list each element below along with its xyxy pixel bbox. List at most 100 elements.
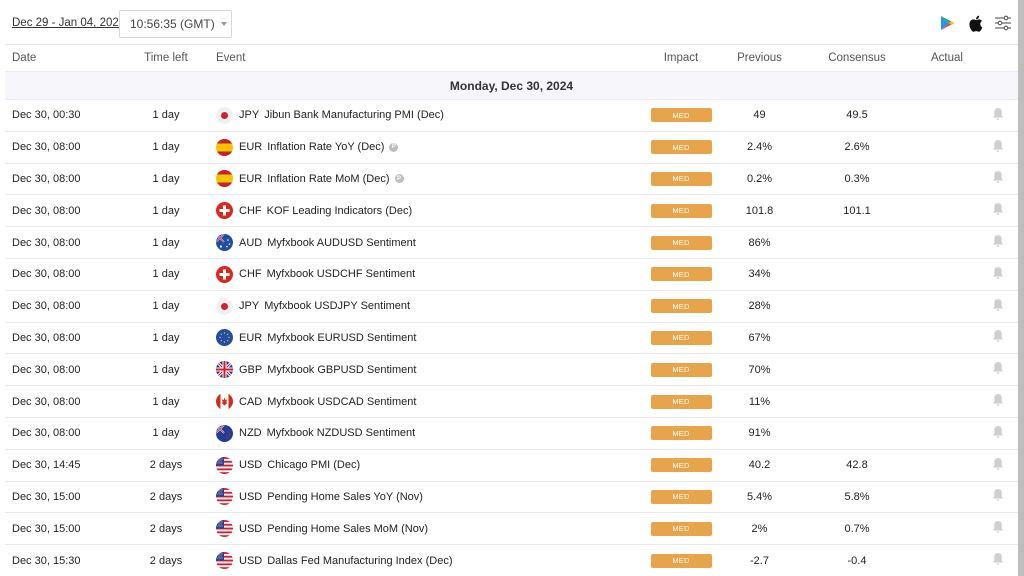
event-name[interactable]: Myfxbook NZDUSD Sentiment (267, 427, 416, 439)
consensus-value: 101.1 (843, 204, 871, 217)
bell-icon[interactable] (992, 107, 1004, 124)
timezone-select[interactable]: 10:56:35 (GMT) (119, 10, 232, 38)
time-left: 1 day (152, 395, 180, 408)
event-name[interactable]: Chicago PMI (Dec) (267, 459, 360, 471)
usa-flag-icon (216, 552, 233, 570)
consensus-value: 5.8% (844, 490, 870, 503)
col-actual: Actual (931, 52, 963, 64)
alert-cell (977, 202, 1018, 219)
bell-icon[interactable] (992, 329, 1004, 346)
event-name[interactable]: Myfxbook EURUSD Sentiment (267, 332, 416, 344)
event-name[interactable]: Pending Home Sales YoY (Nov) (267, 491, 423, 503)
event-cell: JPY Jibun Bank Manufacturing PMI (Dec) (207, 106, 640, 124)
event-cell: AUD Myfxbook AUDUSD Sentiment (207, 234, 640, 252)
bell-icon[interactable] (992, 202, 1004, 219)
previous-value: 2.4% (746, 141, 773, 154)
uk-flag-icon (216, 361, 233, 379)
alert-cell (977, 552, 1018, 569)
apple-icon[interactable] (966, 14, 984, 32)
table-row[interactable]: Dec 30, 08:00 1 day CHF Myfxbook USDCHF Sen… (5, 259, 1018, 291)
currency-code: CHF (239, 268, 262, 281)
alert-cell (977, 520, 1018, 537)
impact-badge: MED (650, 553, 712, 568)
event-name[interactable]: Pending Home Sales MoM (Nov) (267, 523, 428, 535)
table-row[interactable]: Dec 30, 15:30 2 days USD Dallas Fed Manufac… (5, 545, 1018, 576)
event-name[interactable]: Jibun Bank Manufacturing PMI (Dec) (264, 109, 444, 121)
table-row[interactable]: Dec 30, 08:00 1 day GBP Myfxbook GBPUSD Sen… (5, 354, 1018, 387)
bell-icon[interactable] (992, 170, 1004, 187)
impact-cell: MED (640, 330, 722, 345)
previous-value: 86% (748, 236, 771, 249)
currency-code: JPY (239, 300, 260, 313)
time-left: 1 day (152, 300, 180, 313)
bell-icon[interactable] (992, 266, 1004, 283)
consensus-value: 0.3% (844, 172, 870, 185)
event-name[interactable]: Myfxbook GBPUSD Sentiment (267, 364, 416, 376)
col-impact: Impact (663, 52, 699, 64)
bell-icon[interactable] (992, 361, 1004, 378)
bell-icon[interactable] (992, 234, 1004, 251)
table-row[interactable]: Dec 30, 00:30 1 day JPY Jibun Bank Manufact… (5, 100, 1018, 132)
event-date: Dec 30, 00:30 (12, 109, 81, 122)
event-cell: USD Pending Home Sales YoY (Nov) (207, 488, 640, 506)
scrollbar-thumb[interactable] (1018, 0, 1024, 576)
bell-icon[interactable] (992, 457, 1004, 474)
event-name[interactable]: Inflation Rate MoM (Dec) (267, 173, 389, 185)
event-name[interactable]: Myfxbook USDCHF Sentiment (267, 268, 416, 280)
table-row[interactable]: Dec 30, 08:00 1 day EUR Inflation Rate MoM … (5, 164, 1018, 196)
event-cell: USD Pending Home Sales MoM (Nov) (207, 520, 640, 538)
table-row[interactable]: Dec 30, 08:00 1 day AUD Myfxbook AUDUSD Sen… (5, 227, 1018, 259)
bell-icon[interactable] (992, 488, 1004, 505)
alert-cell (977, 457, 1018, 474)
event-name[interactable]: Myfxbook USDJPY Sentiment (264, 300, 410, 312)
timezone-value: 10:56:35 (GMT) (130, 17, 215, 31)
bell-icon[interactable] (992, 520, 1004, 537)
table-row[interactable]: Dec 30, 08:00 1 day JPY Myfxbook USDJPY Sen… (5, 291, 1018, 323)
event-cell: USD Dallas Fed Manufacturing Index (Dec) (207, 552, 640, 570)
preliminary-badge-icon: P (394, 174, 404, 184)
table-body: Dec 30, 00:30 1 day JPY Jibun Bank Manufact… (5, 100, 1018, 576)
impact-badge: MED (650, 140, 712, 155)
currency-code: GBP (239, 363, 263, 376)
alert-cell (977, 139, 1018, 156)
impact-cell: MED (640, 203, 722, 218)
bell-icon[interactable] (992, 393, 1004, 410)
previous-value: -2.7 (750, 554, 769, 567)
australia-flag-icon (216, 234, 233, 252)
event-date: Dec 30, 15:00 (12, 490, 81, 503)
table-row[interactable]: Dec 30, 15:00 2 days USD Pending Home Sales… (5, 482, 1018, 514)
consensus-value: 0.7% (844, 522, 870, 535)
bell-icon[interactable] (992, 139, 1004, 156)
google-play-icon[interactable] (938, 14, 956, 32)
event-name[interactable]: KOF Leading Indicators (Dec) (267, 205, 413, 217)
table-row[interactable]: Dec 30, 08:00 1 day NZD Myfxbook NZDUSD Sen… (5, 418, 1018, 450)
alert-cell (977, 361, 1018, 378)
impact-cell: MED (640, 299, 722, 314)
event-name[interactable]: Dallas Fed Manufacturing Index (Dec) (267, 555, 452, 567)
usa-flag-icon (216, 456, 233, 474)
table-row[interactable]: Dec 30, 08:00 1 day CHF KOF Leading Indicat… (5, 195, 1018, 228)
impact-badge: MED (650, 394, 712, 409)
table-row[interactable]: Dec 30, 14:45 2 days USD Chicago PMI (Dec) M… (5, 450, 1018, 482)
event-date: Dec 30, 08:00 (12, 236, 81, 249)
event-name[interactable]: Myfxbook AUDUSD Sentiment (267, 237, 416, 249)
previous-value: 49 (753, 109, 766, 122)
bell-icon[interactable] (992, 552, 1004, 569)
event-name[interactable]: Myfxbook USDCAD Sentiment (267, 396, 416, 408)
table-row[interactable]: Dec 30, 08:00 1 day EUR Inflation Rate YoY … (5, 132, 1018, 164)
col-previous: Previous (737, 52, 782, 64)
table-row[interactable]: Dec 30, 08:00 1 day EUR Myfxbook EURUSD Sen… (5, 323, 1018, 355)
date-range-link[interactable]: Dec 29 - Jan 04, 2025 (12, 17, 125, 29)
bell-icon[interactable] (992, 425, 1004, 442)
event-name[interactable]: Inflation Rate YoY (Dec) (267, 141, 384, 153)
table-row[interactable]: Dec 30, 15:00 2 days USD Pending Home Sales… (5, 513, 1018, 546)
table-row[interactable]: Dec 30, 08:00 1 day CAD Myfxbook USDCAD Sen… (5, 386, 1018, 418)
previous-value: 70% (748, 363, 771, 376)
consensus-value: 42.8 (846, 459, 868, 472)
impact-cell: MED (640, 235, 722, 250)
bell-icon[interactable] (992, 298, 1004, 315)
new-zealand-flag-icon (216, 424, 233, 442)
filter-settings-icon[interactable] (994, 14, 1012, 32)
chevron-down-icon (220, 22, 227, 26)
scrollbar[interactable] (1018, 0, 1024, 576)
